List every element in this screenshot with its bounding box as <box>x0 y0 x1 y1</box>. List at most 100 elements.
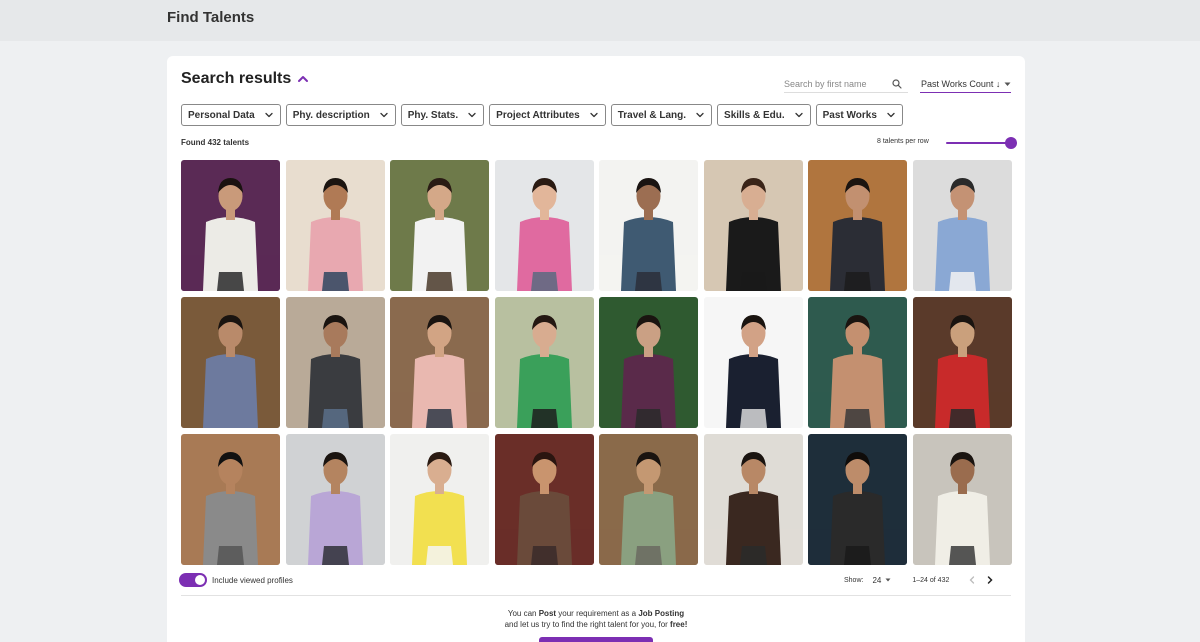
footer-post-strong: Post <box>538 609 557 618</box>
talent-card[interactable] <box>912 297 1012 428</box>
include-viewed-label: Include viewed profiles <box>212 575 293 585</box>
footer-free-strong: free! <box>670 620 688 629</box>
footer-job-posting-strong: Job Posting <box>638 609 685 618</box>
talent-card[interactable] <box>599 160 698 291</box>
talent-photo <box>808 297 907 428</box>
talent-card[interactable] <box>599 297 698 428</box>
filter-label: Phy. Stats. <box>407 109 459 121</box>
talent-card[interactable] <box>808 160 907 291</box>
per-row-label: 8 talents per row <box>877 138 929 145</box>
footer-text-part: your requirement as a <box>556 609 639 618</box>
talent-card[interactable] <box>599 434 698 565</box>
search-results-title: Search results <box>181 70 292 87</box>
talent-photo <box>808 160 907 291</box>
footer-text-part: and let us try to find the right talent … <box>504 620 671 629</box>
talent-card[interactable] <box>494 434 594 565</box>
sort-select-value: Past Works Count ↓ <box>921 79 1001 89</box>
job-posting-text: You can Post your requirement as a Job P… <box>167 608 1025 630</box>
search-input[interactable] <box>784 78 890 89</box>
filter-label: Past Works <box>822 109 877 121</box>
filter-label: Personal Data <box>188 109 255 121</box>
footer-line-2: and let us try to find the right talent … <box>167 619 1025 630</box>
chevron-down-icon <box>794 112 803 118</box>
chevron-up-icon[interactable] <box>297 73 309 85</box>
results-count: Found 432 talents <box>181 138 250 147</box>
page-range: 1–24 of 432 <box>912 576 950 584</box>
talent-photo <box>285 160 385 291</box>
talent-card[interactable] <box>285 297 385 428</box>
chevron-down-icon <box>887 112 895 118</box>
sort-select[interactable]: Past Works Count ↓ <box>920 76 1011 93</box>
filter-dropdown[interactable]: Phy. description <box>285 104 396 126</box>
talent-card[interactable] <box>912 434 1012 565</box>
filter-label: Travel & Lang. <box>617 109 687 121</box>
talent-card[interactable] <box>390 434 489 565</box>
top-bar: Find Talents <box>0 0 1200 41</box>
talent-card[interactable] <box>285 160 385 291</box>
talent-card[interactable] <box>494 160 594 291</box>
results-card: Search results Past Works Count ↓ Person… <box>167 56 1025 642</box>
filter-dropdown[interactable]: Skills & Edu. <box>717 104 811 126</box>
talent-photo <box>703 434 803 565</box>
per-page-value: 24 <box>872 575 882 585</box>
filter-dropdown[interactable]: Personal Data <box>181 104 281 126</box>
include-viewed-row: Include viewed profiles <box>179 573 293 587</box>
talent-photo <box>390 160 489 291</box>
chevron-down-icon <box>590 112 598 118</box>
talent-photo <box>390 297 489 428</box>
filter-dropdown[interactable]: Project Attributes <box>489 104 606 126</box>
per-page-select[interactable]: 24 <box>872 576 891 585</box>
filter-dropdown[interactable]: Phy. Stats. <box>400 104 485 126</box>
show-label: Show: <box>844 576 864 584</box>
chevron-down-icon <box>696 112 704 118</box>
talent-photo <box>599 434 698 565</box>
talent-photo <box>912 160 1012 291</box>
caret-down-icon <box>885 578 891 582</box>
slider-thumb[interactable] <box>1005 137 1017 149</box>
talent-photo <box>181 297 280 428</box>
footer-text-part: You can <box>507 609 539 618</box>
talent-card[interactable] <box>703 434 803 565</box>
talent-photo <box>285 297 385 428</box>
prev-page-icon[interactable] <box>967 575 977 585</box>
talent-card[interactable] <box>808 434 907 565</box>
footer-line-1: You can Post your requirement as a Job P… <box>167 608 1025 619</box>
talent-photo <box>181 160 280 291</box>
filter-bar: Personal Data Phy. description Phy. Stats.… <box>181 104 903 126</box>
talent-card[interactable] <box>390 297 489 428</box>
toggle-knob <box>195 575 205 585</box>
chevron-down-icon <box>468 112 476 118</box>
talent-grid <box>181 160 1012 565</box>
filter-dropdown[interactable]: Past Works <box>815 104 903 126</box>
talent-photo <box>599 297 698 428</box>
talent-card[interactable] <box>912 160 1012 291</box>
talent-photo <box>390 434 489 565</box>
include-viewed-toggle[interactable] <box>179 573 207 587</box>
search-results-header[interactable]: Search results <box>181 70 309 88</box>
talent-photo <box>808 434 907 565</box>
talent-card[interactable] <box>285 434 385 565</box>
talent-photo <box>912 297 1012 428</box>
filter-label: Phy. description <box>292 109 370 121</box>
next-page-icon[interactable] <box>985 575 995 585</box>
per-row-slider[interactable] <box>946 137 1017 149</box>
talent-photo <box>181 434 280 565</box>
divider <box>181 595 1011 596</box>
post-job-button[interactable] <box>539 637 653 642</box>
talent-card[interactable] <box>181 297 280 428</box>
talent-card[interactable] <box>390 160 489 291</box>
filter-dropdown[interactable]: Travel & Lang. <box>610 104 713 126</box>
talent-photo <box>912 434 1012 565</box>
talent-card[interactable] <box>494 297 594 428</box>
talent-card[interactable] <box>703 160 803 291</box>
talent-card[interactable] <box>181 434 280 565</box>
talent-photo <box>494 434 594 565</box>
caret-down-icon <box>1004 82 1011 86</box>
page-title: Find Talents <box>167 9 255 26</box>
talent-photo <box>703 297 803 428</box>
talent-card[interactable] <box>181 160 280 291</box>
talent-card[interactable] <box>703 297 803 428</box>
search-icon[interactable] <box>892 78 902 89</box>
talent-photo <box>494 160 594 291</box>
talent-card[interactable] <box>808 297 907 428</box>
